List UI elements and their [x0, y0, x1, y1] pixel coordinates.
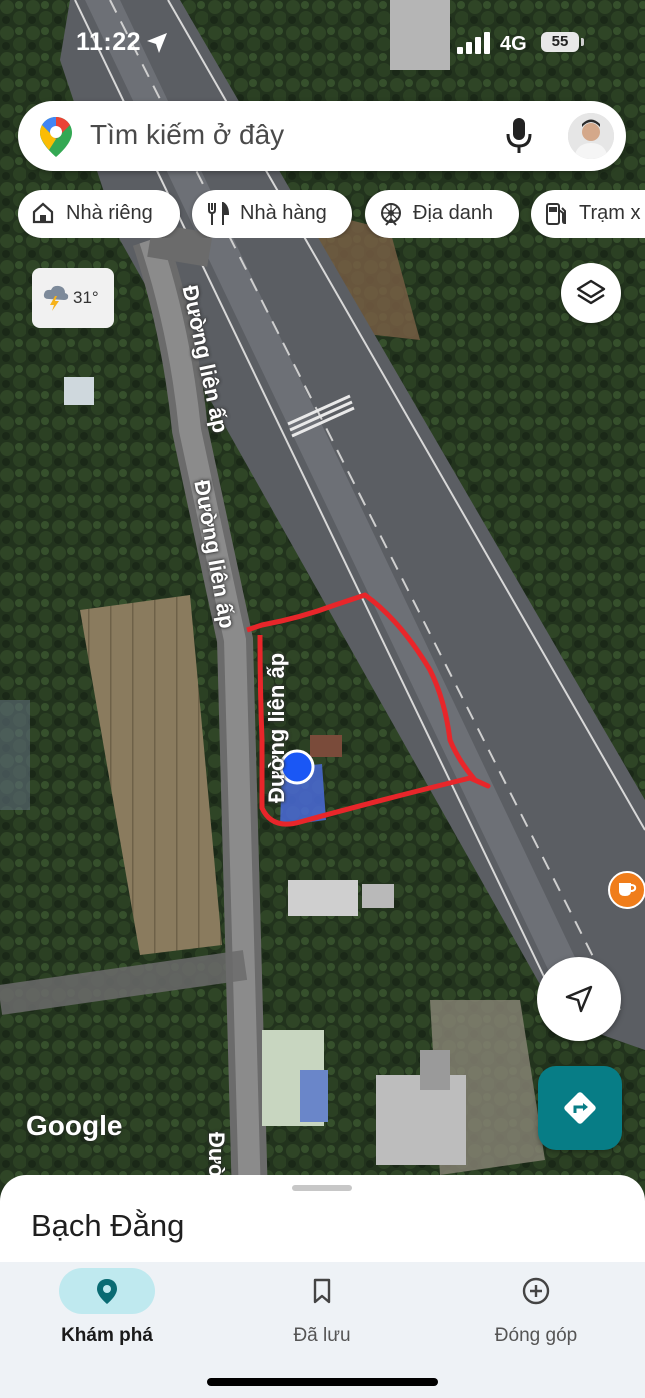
- chip-label: Nhà riêng: [66, 202, 153, 224]
- network-type: 4G: [500, 33, 527, 55]
- nav-contribute-indicator: [488, 1268, 584, 1314]
- google-attribution: Google: [26, 1110, 123, 1141]
- cafe-poi-marker[interactable]: [608, 871, 645, 909]
- nav-contribute[interactable]: Đóng góp: [436, 1262, 636, 1362]
- add-circle-icon: [522, 1277, 550, 1305]
- chip-restaurants[interactable]: Nhà hàng: [192, 190, 352, 238]
- battery-icon: 55: [541, 32, 587, 54]
- road-label: Đườ: [204, 1132, 229, 1180]
- bookmark-icon: [313, 1278, 331, 1304]
- google-maps-logo-icon: [40, 117, 72, 157]
- my-location-button[interactable]: [537, 957, 621, 1041]
- status-time: 11:22: [76, 28, 142, 56]
- place-title: Bạch Đằng: [31, 1208, 185, 1243]
- explore-pin-icon: [97, 1279, 117, 1304]
- account-avatar[interactable]: [568, 113, 614, 159]
- thunderstorm-icon: [43, 285, 69, 311]
- location-arrow-icon: [147, 33, 167, 53]
- category-chips: Nhà riêng Nhà hàng Địa danh Trạm x: [18, 190, 645, 238]
- directions-icon: [564, 1092, 596, 1124]
- place-bottom-sheet[interactable]: Bạch Đằng: [0, 1175, 645, 1265]
- chip-gas-stations[interactable]: Trạm x: [531, 190, 645, 238]
- navigation-arrow-icon: [565, 985, 593, 1013]
- road-label: Đường liên ấp: [264, 652, 289, 803]
- nav-saved[interactable]: Đã lưu: [222, 1262, 422, 1362]
- profile-photo-icon: [568, 113, 614, 159]
- search-input[interactable]: Tìm kiếm ở đây: [90, 119, 284, 151]
- chip-landmarks[interactable]: Địa danh: [365, 190, 519, 238]
- nav-label: Khám phá: [61, 1325, 153, 1346]
- home-icon: [32, 202, 54, 224]
- chip-home[interactable]: Nhà riêng: [18, 190, 180, 238]
- chip-label: Địa danh: [413, 202, 494, 224]
- sheet-drag-handle[interactable]: [292, 1185, 352, 1191]
- status-bar: 11:22 4G 55: [0, 22, 645, 66]
- search-bar[interactable]: Tìm kiếm ở đây: [18, 101, 626, 171]
- nav-explore-indicator: [59, 1268, 155, 1314]
- coffee-cup-icon: [619, 883, 637, 896]
- nav-label: Đóng góp: [494, 1325, 578, 1346]
- weather-temperature: 31°: [73, 288, 99, 307]
- layers-icon: [576, 279, 606, 305]
- directions-button[interactable]: [538, 1066, 622, 1150]
- cellular-signal-icon: [457, 32, 490, 54]
- weather-badge[interactable]: 31°: [32, 268, 114, 328]
- map-layers-button[interactable]: [561, 263, 621, 323]
- nav-label: Đã lưu: [293, 1325, 351, 1346]
- restaurant-icon: [208, 202, 230, 225]
- chip-label: Nhà hàng: [240, 202, 327, 224]
- battery-level: 55: [541, 32, 579, 52]
- gas-station-icon: [546, 203, 566, 225]
- landmark-icon: [381, 203, 401, 226]
- microphone-icon[interactable]: [506, 118, 532, 154]
- nav-saved-indicator: [274, 1268, 370, 1314]
- nav-explore[interactable]: Khám phá: [7, 1262, 207, 1362]
- chip-label: Trạm x: [579, 202, 641, 224]
- home-indicator: [207, 1378, 438, 1386]
